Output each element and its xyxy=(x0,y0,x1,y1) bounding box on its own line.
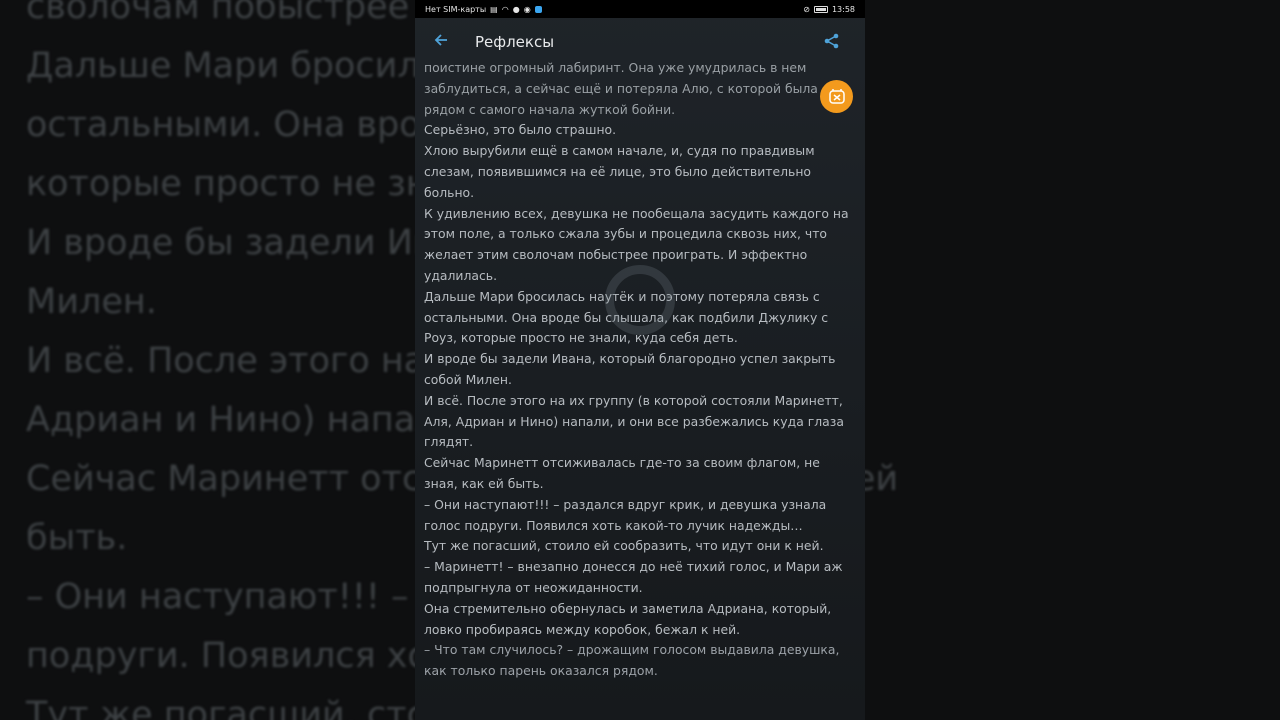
paragraph: поистине огромный лабиринт. Она уже умуд… xyxy=(424,60,818,117)
share-icon[interactable] xyxy=(823,32,843,52)
page-title: Рефлексы xyxy=(475,33,555,51)
phone-screen: Нет SIM-карты ▤ ◠ ● ◉ ⊘ 13:58 Рефлексы п… xyxy=(415,0,865,720)
paragraph: Сейчас Маринетт отсиживалась где-то за с… xyxy=(424,455,820,491)
document-icon: ▤ xyxy=(490,4,498,14)
ad-close-icon[interactable] xyxy=(820,80,853,113)
paragraph: – Маринетт! – внезапно донесся до неё ти… xyxy=(424,559,843,595)
paragraph: Серьёзно, это было страшно. xyxy=(424,122,617,138)
status-time: 13:58 xyxy=(831,4,855,14)
battery-icon xyxy=(813,5,828,13)
paragraph: И всё. После этого на их группу (в котор… xyxy=(424,392,844,450)
mute-icon: ⊘ xyxy=(803,4,810,14)
carrier-label: Нет SIM-карты xyxy=(425,4,487,14)
wifi-icon: ◠ xyxy=(501,4,509,14)
arrow-left-icon[interactable] xyxy=(433,32,457,53)
paragraph: – Они наступают!!! – раздался вдруг крик… xyxy=(424,496,827,533)
notification-icon: ◉ xyxy=(523,4,531,14)
reader-content: поистине огромный лабиринт. Она уже умуд… xyxy=(415,58,865,682)
paragraph: – Что там случилось? – дрожащим голосом … xyxy=(424,642,840,679)
status-bar: Нет SIM-карты ▤ ◠ ● ◉ ⊘ 13:58 xyxy=(415,0,865,18)
paragraph: Она стремительно обернулась и заметила А… xyxy=(424,600,832,637)
sync-icon: ● xyxy=(512,4,520,14)
paragraph: Тут же погасший, стоило ей сообразить, ч… xyxy=(424,538,824,554)
paragraph: Хлою вырубили ещё в самом начале, и, суд… xyxy=(424,143,815,200)
shield-icon xyxy=(534,5,542,13)
loading-spinner-icon xyxy=(605,265,675,335)
paragraph: И вроде бы задели Ивана, который благоро… xyxy=(424,351,836,387)
